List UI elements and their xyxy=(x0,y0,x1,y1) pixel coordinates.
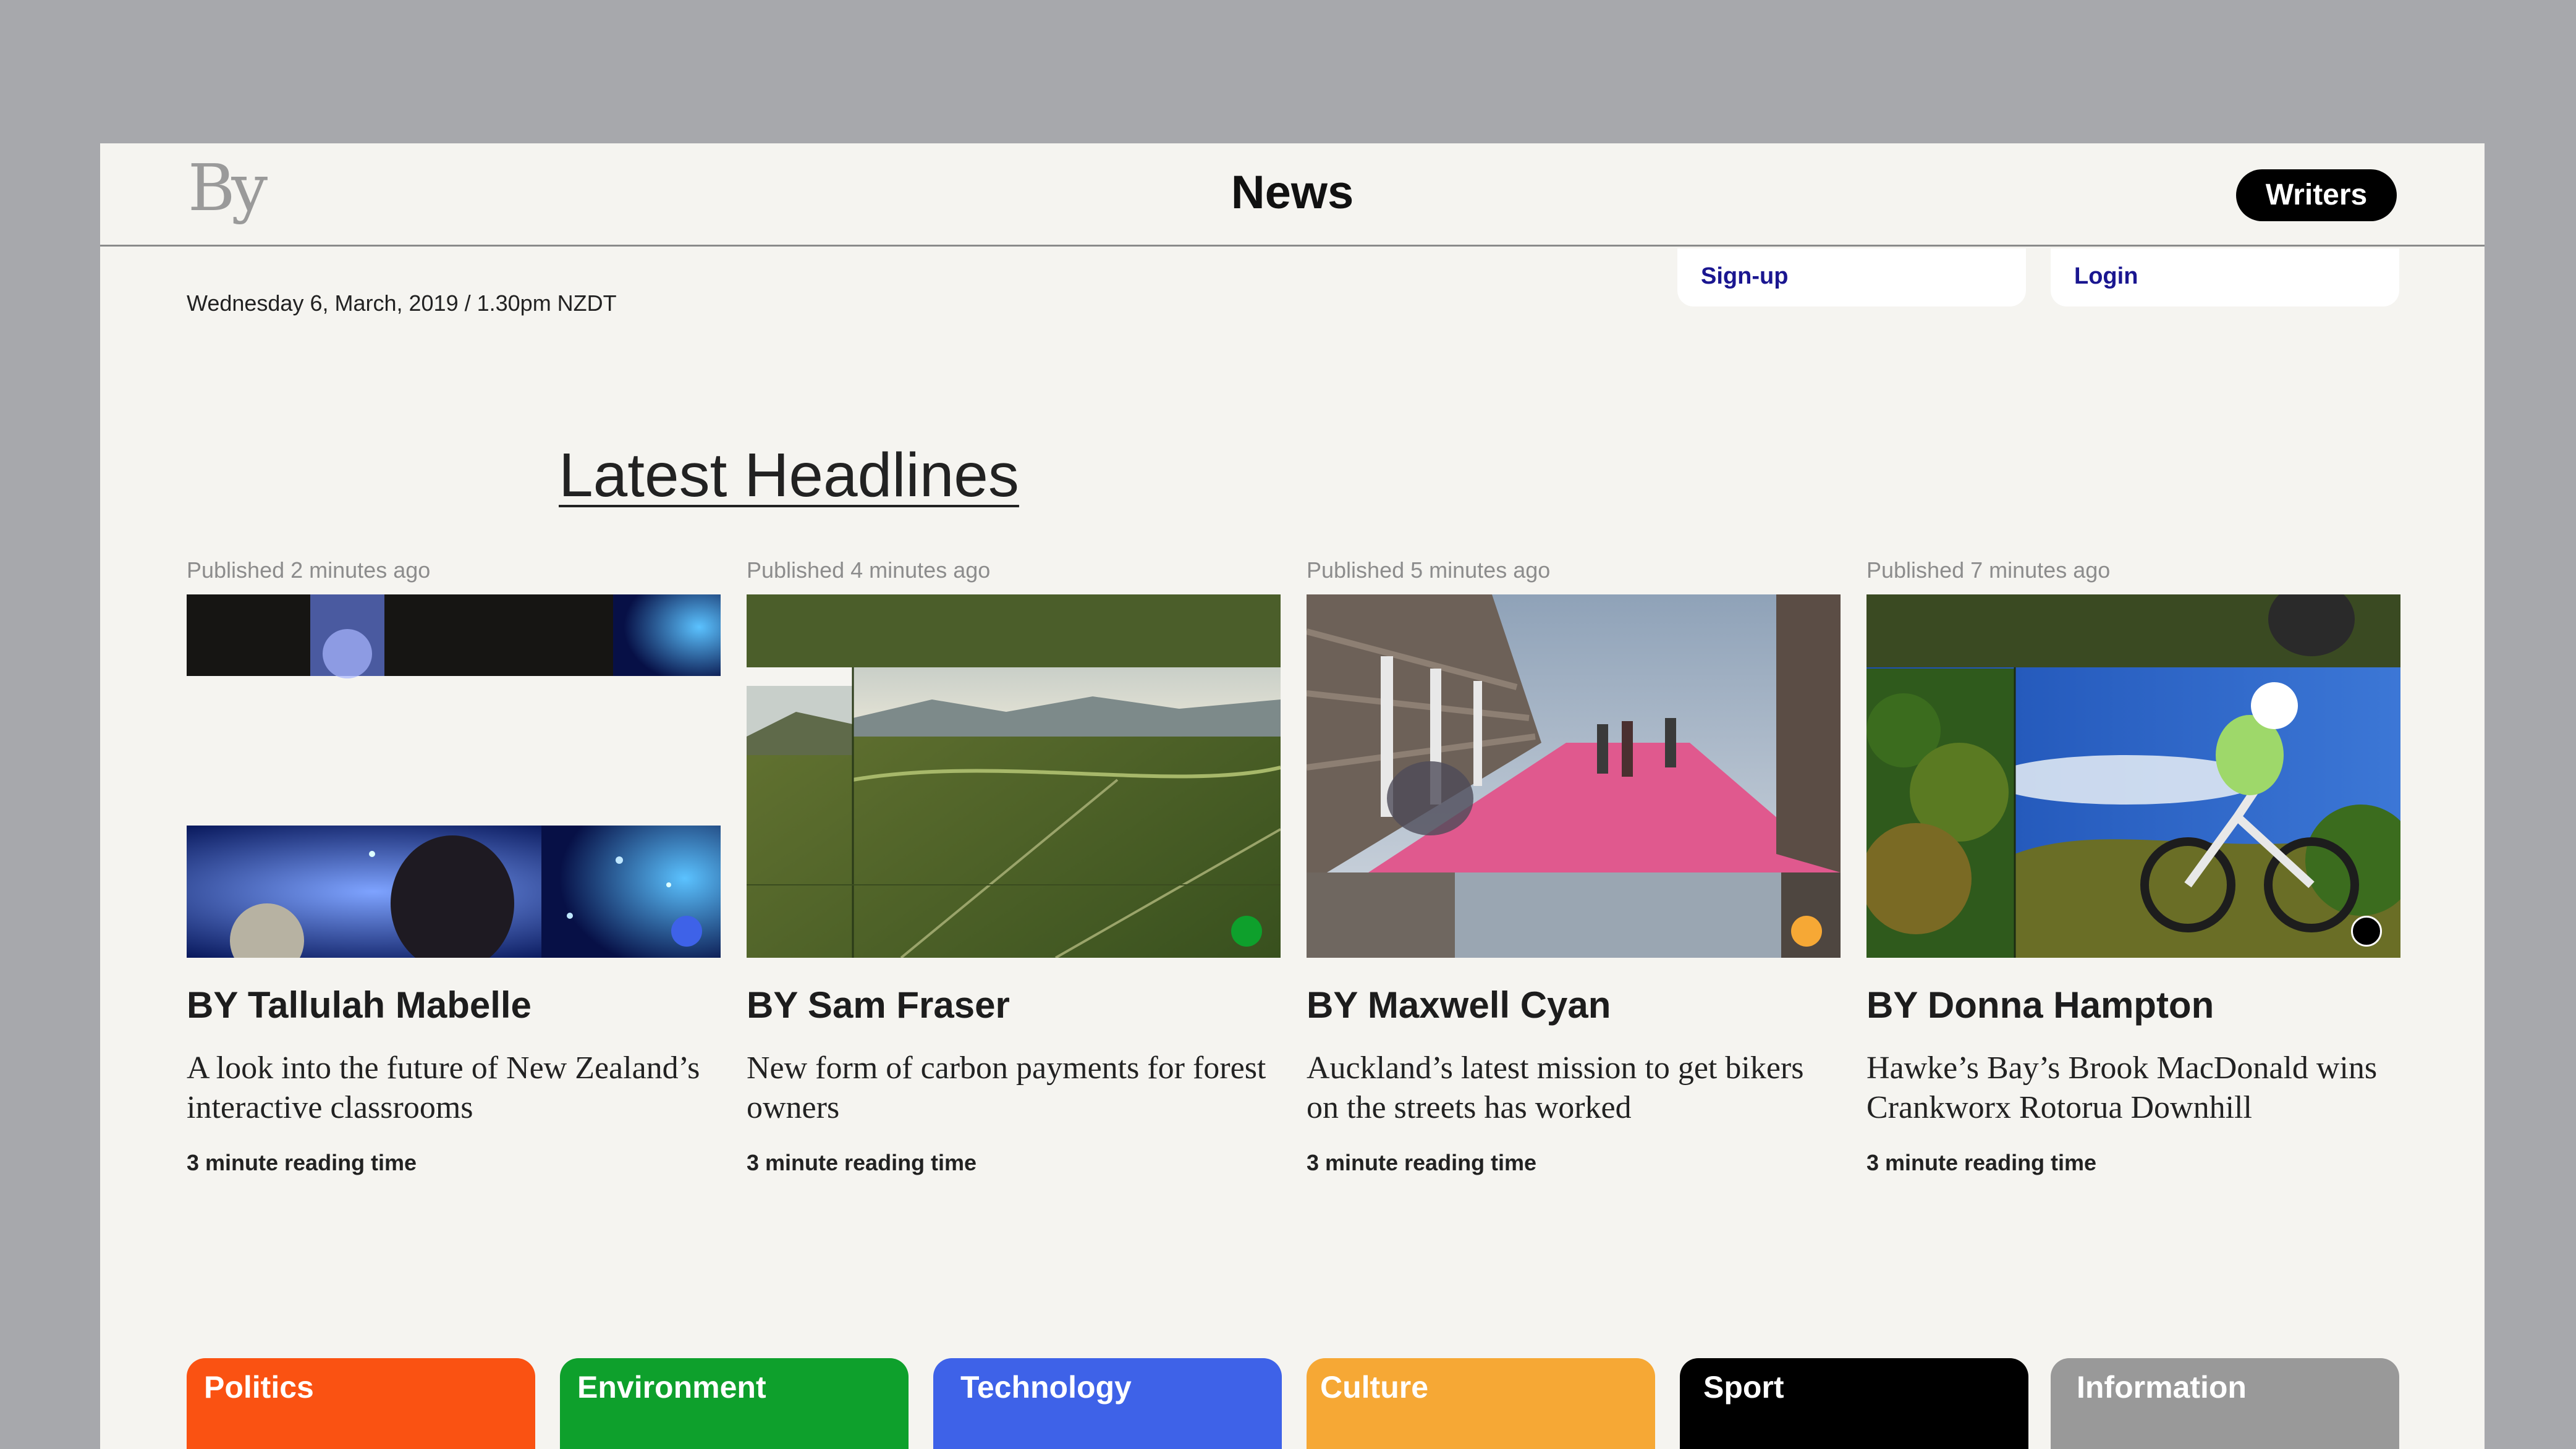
published-time: Published 2 minutes ago xyxy=(187,557,431,583)
page-title: News xyxy=(1231,166,1354,219)
category-tab-politics[interactable]: Politics xyxy=(187,1358,535,1449)
signup-link[interactable]: Sign-up xyxy=(1677,248,2026,306)
article-image[interactable] xyxy=(1307,594,1841,958)
article-card[interactable]: Published 5 minutes ago BY Maxwell Cyan … xyxy=(1307,557,1841,1176)
published-time: Published 4 minutes ago xyxy=(747,557,991,583)
article-author: BY Donna Hampton xyxy=(1866,984,2214,1026)
reading-time: 3 minute reading time xyxy=(1307,1150,1537,1175)
bike-path-photo xyxy=(1307,594,1841,958)
reading-time: 3 minute reading time xyxy=(187,1150,417,1175)
category-dot xyxy=(2351,916,2382,947)
date-line: Wednesday 6, March, 2019 / 1.30pm NZDT xyxy=(187,290,617,316)
category-dot xyxy=(671,916,702,947)
reading-time: 3 minute reading time xyxy=(1866,1150,2097,1175)
article-headline[interactable]: A look into the future of New Zealand’s … xyxy=(187,1049,721,1128)
category-tab-information[interactable]: Information xyxy=(2051,1358,2399,1449)
category-tab-sport[interactable]: Sport xyxy=(1680,1358,2028,1449)
farmland-photo xyxy=(747,594,1281,958)
article-headline[interactable]: New form of carbon payments for forest o… xyxy=(747,1049,1281,1128)
published-time: Published 7 minutes ago xyxy=(1866,557,2111,583)
article-image[interactable] xyxy=(1866,594,2400,958)
article-headline[interactable]: Auckland’s latest mission to get bikers … xyxy=(1307,1049,1841,1128)
article-author: BY Maxwell Cyan xyxy=(1307,984,1611,1026)
category-dot xyxy=(1791,916,1822,947)
writers-button[interactable]: Writers xyxy=(2236,169,2397,221)
reading-time: 3 minute reading time xyxy=(747,1150,977,1175)
article-card[interactable]: Published 4 minutes ago BY Sam Fraser Ne… xyxy=(747,557,1281,1176)
article-author: BY Tallulah Mabelle xyxy=(187,984,532,1026)
login-link[interactable]: Login xyxy=(2051,248,2399,306)
latest-headlines-heading[interactable]: Latest Headlines xyxy=(559,440,1019,511)
classroom-photo xyxy=(187,594,721,958)
article-card[interactable]: Published 7 minutes ago BY Donna Hampton… xyxy=(1866,557,2400,1176)
article-image[interactable] xyxy=(187,594,721,958)
top-bar: By News Writers xyxy=(100,143,2485,247)
news-page: By News Writers Wednesday 6, March, 2019… xyxy=(100,143,2485,1449)
article-image[interactable] xyxy=(747,594,1281,958)
mountain-bike-photo xyxy=(1866,594,2400,958)
article-author: BY Sam Fraser xyxy=(747,984,1010,1026)
category-tab-environment[interactable]: Environment xyxy=(560,1358,909,1449)
article-card[interactable]: Published 2 minutes ago BY Tallulah Mabe… xyxy=(187,557,721,1176)
published-time: Published 5 minutes ago xyxy=(1307,557,1551,583)
category-tab-culture[interactable]: Culture xyxy=(1307,1358,1655,1449)
category-dot xyxy=(1231,916,1262,947)
article-headline[interactable]: Hawke’s Bay’s Brook MacDonald wins Crank… xyxy=(1866,1049,2400,1128)
category-tab-technology[interactable]: Technology xyxy=(933,1358,1282,1449)
